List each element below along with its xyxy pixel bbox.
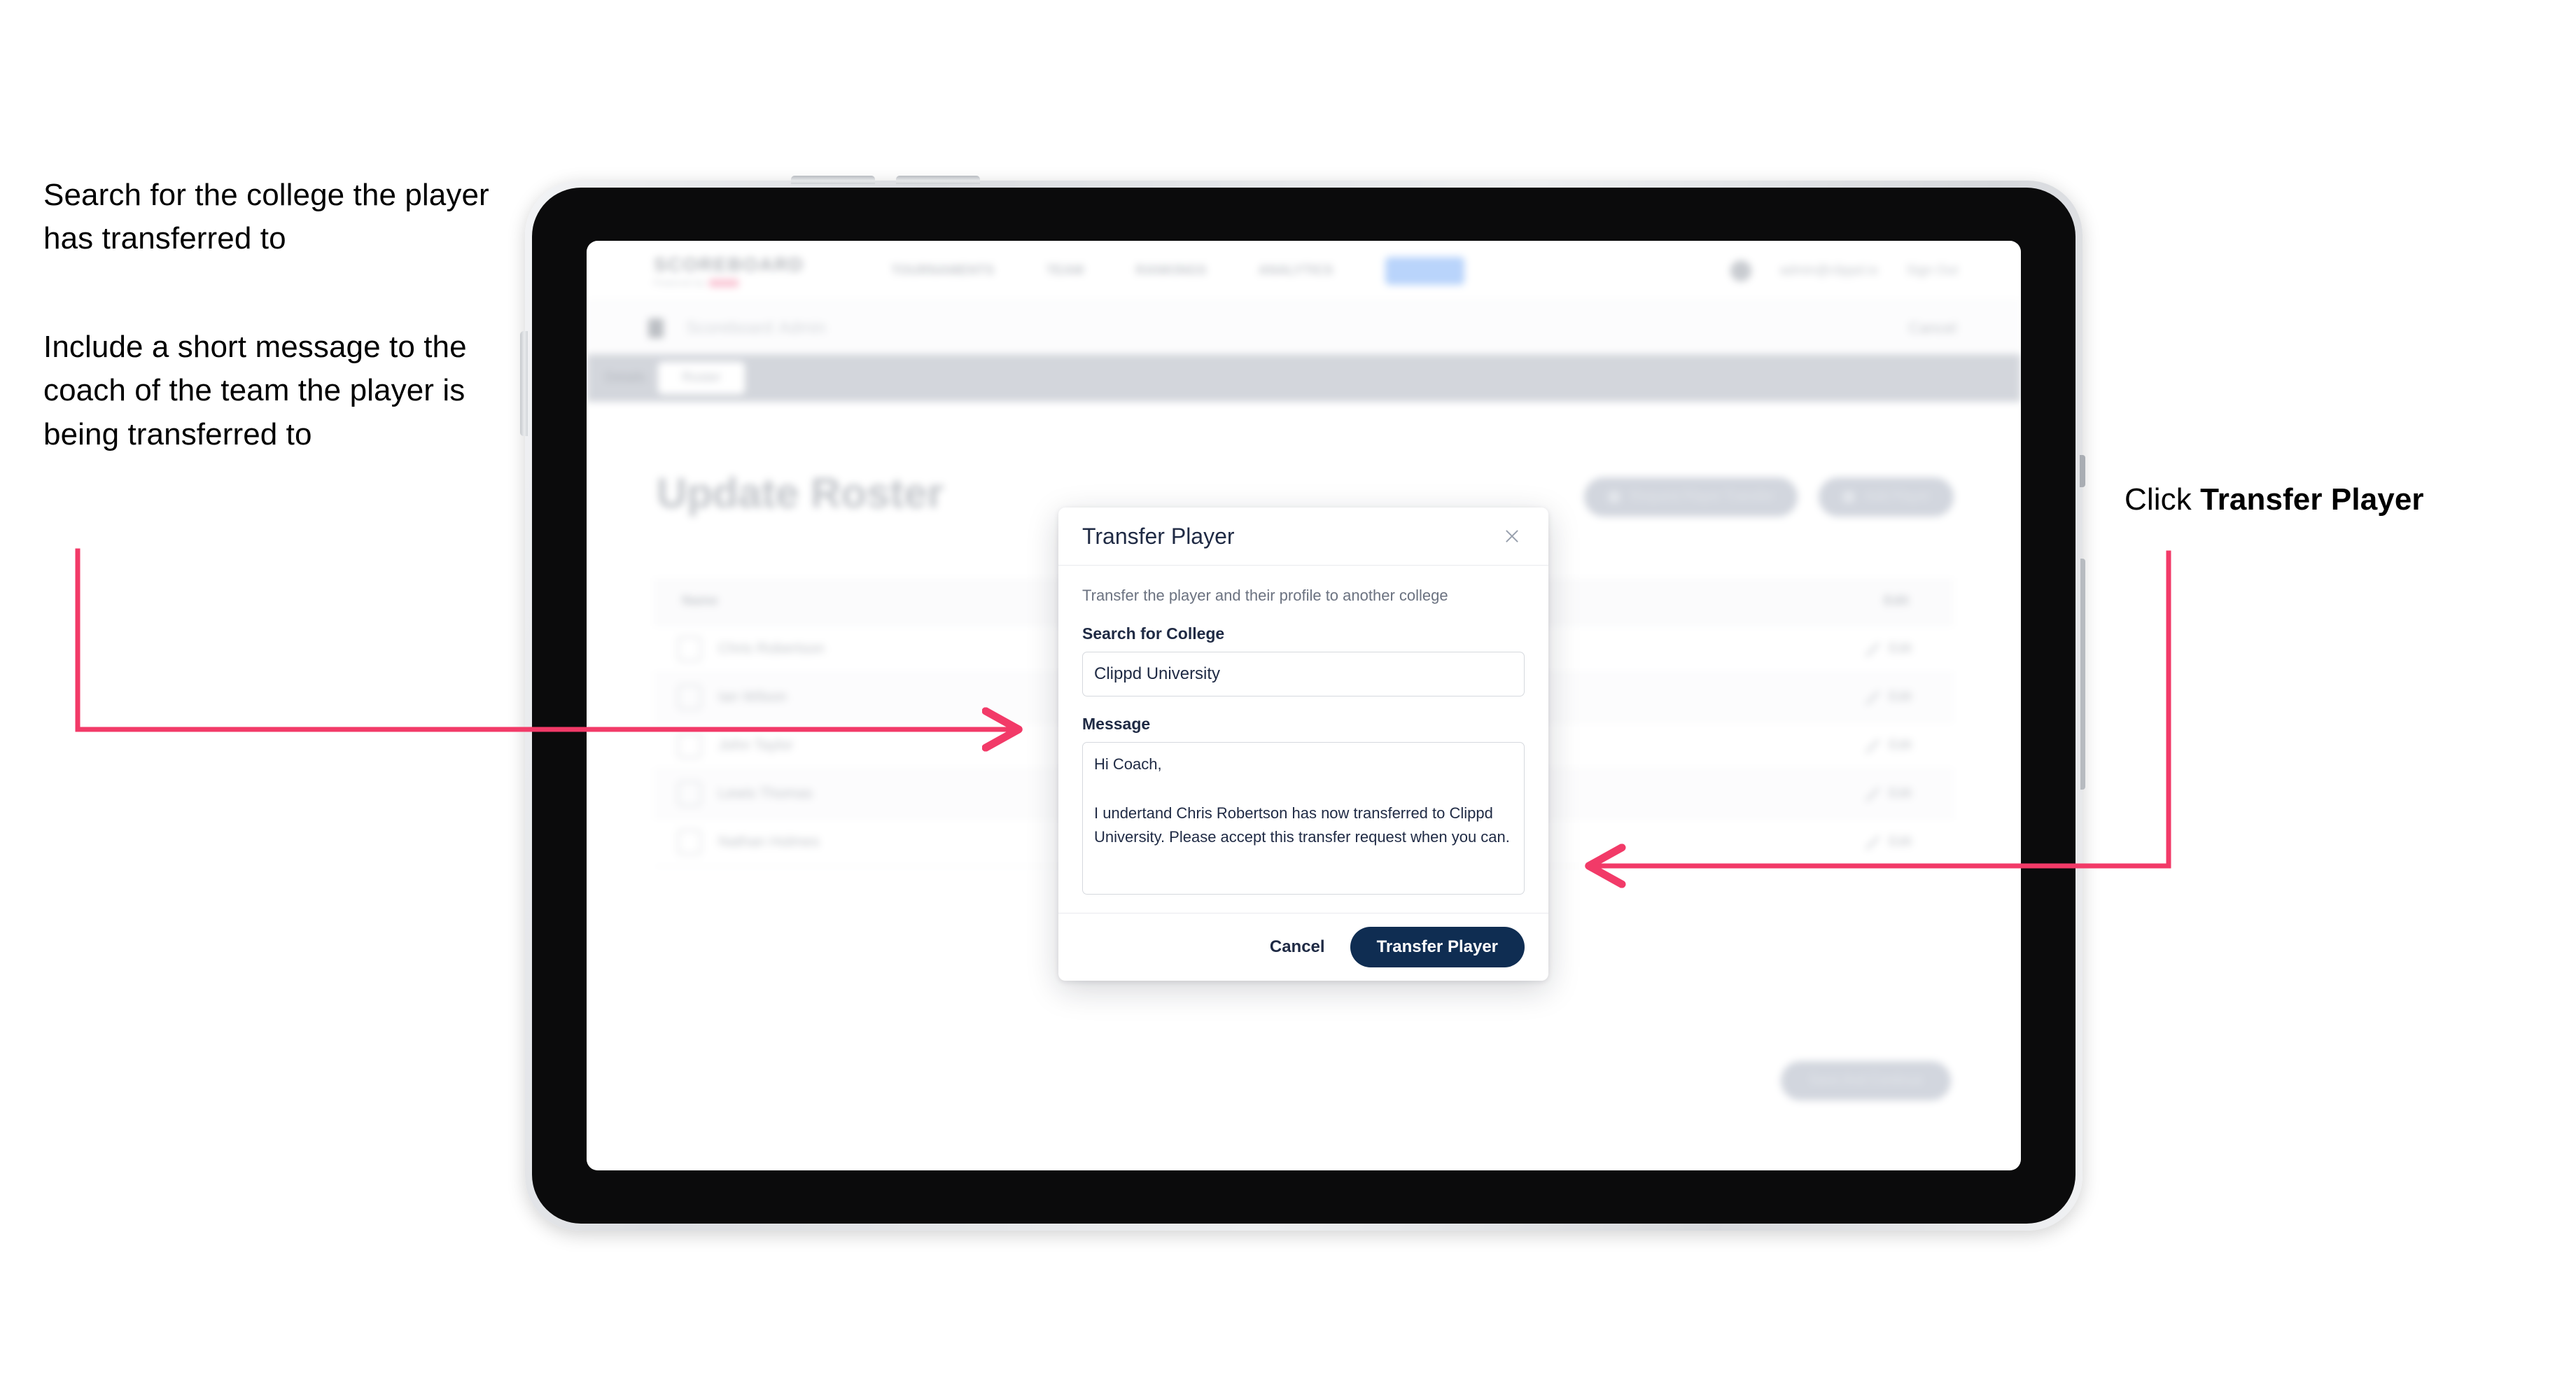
message-field-group: Message Hi Coach, I undertand Chris Robe… [1082,715,1525,895]
side-button-small[interactable] [2080,455,2085,487]
volume-down-button[interactable] [896,176,980,184]
modal-body: Transfer the player and their profile to… [1058,566,1548,913]
transfer-player-button[interactable]: Transfer Player [1350,927,1525,967]
annotation-right-prefix: Click [2124,482,2201,517]
power-button[interactable] [520,331,528,436]
close-icon-glyph [1506,530,1518,542]
annotation-right-click-transfer: Click Transfer Player [2124,478,2558,522]
transfer-player-modal: Transfer Player Transfer the player and … [1058,507,1548,981]
volume-up-button[interactable] [791,176,875,184]
tablet-screen: SCOREBOARD Powered by TOURNAMENTS TEAM R… [587,241,2021,1170]
side-button-long[interactable] [2080,559,2085,790]
modal-title: Transfer Player [1082,523,1235,549]
message-textarea[interactable]: Hi Coach, I undertand Chris Robertson ha… [1082,742,1525,895]
modal-description: Transfer the player and their profile to… [1082,587,1448,604]
modal-footer: Cancel Transfer Player [1058,913,1548,981]
annotation-right-bold: Transfer Player [2200,482,2424,517]
message-field-label: Message [1082,715,1151,733]
tablet-device-frame: SCOREBOARD Powered by TOURNAMENTS TEAM R… [520,176,2085,1231]
college-field-label: Search for College [1082,624,1225,643]
modal-header: Transfer Player [1058,507,1548,566]
annotation-left-search-college: Search for the college the player has tr… [43,178,489,256]
annotation-left-include-message: Include a short message to the coach of … [43,330,467,451]
cancel-button[interactable]: Cancel [1266,937,1329,958]
tablet-bezel: SCOREBOARD Powered by TOURNAMENTS TEAM R… [532,188,2076,1224]
close-icon[interactable] [1499,524,1525,549]
search-for-college-input[interactable] [1082,652,1525,696]
